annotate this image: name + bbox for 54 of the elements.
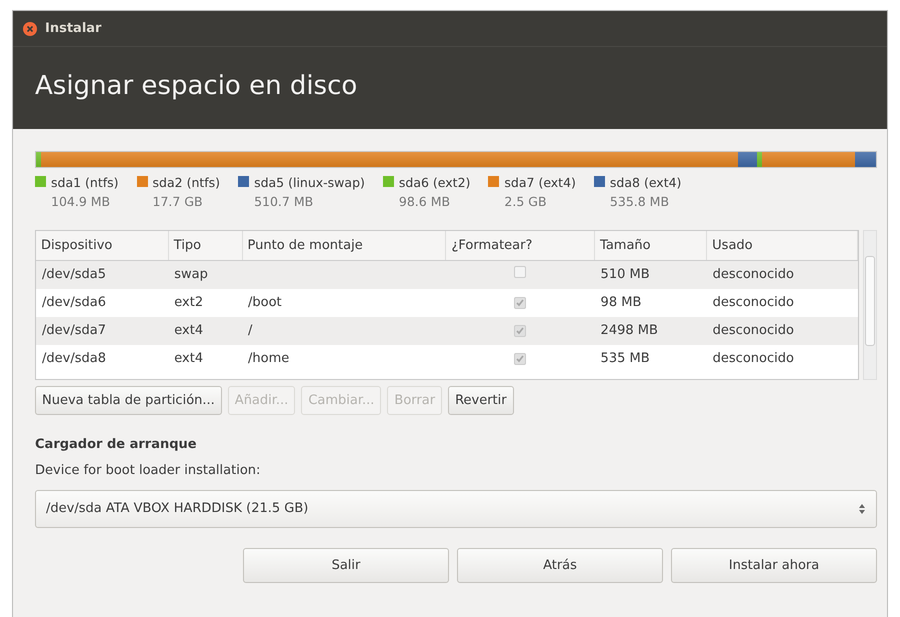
table-cell: /dev/sda8 bbox=[36, 344, 168, 372]
table-cell: desconocido bbox=[706, 288, 858, 316]
window-title: Instalar bbox=[45, 20, 102, 38]
table-cell: /dev/sda7 bbox=[36, 316, 168, 344]
table-cell: /home bbox=[242, 344, 446, 372]
scrollbar[interactable] bbox=[863, 230, 877, 380]
legend-label: sda5 (linux-swap) bbox=[254, 175, 365, 190]
table-cell: 510 MB bbox=[594, 260, 707, 288]
column-header[interactable]: Tipo bbox=[168, 230, 242, 260]
dialog-button[interactable]: Salir bbox=[243, 548, 449, 583]
partition-size: 98.6 MB bbox=[398, 192, 452, 211]
partition-button[interactable]: Revertir bbox=[448, 386, 514, 415]
table-cell: desconocido bbox=[706, 316, 858, 344]
boot-device-dropdown[interactable]: /dev/sda ATA VBOX HARDDISK (21.5 GB) bbox=[35, 490, 877, 528]
table-cell: ext4 bbox=[168, 316, 242, 344]
partition-size: 510.7 MB bbox=[253, 192, 314, 211]
close-icon[interactable] bbox=[23, 22, 37, 36]
column-header[interactable]: ¿Formatear? bbox=[446, 230, 595, 260]
legend-label: sda8 (ext4) bbox=[610, 175, 682, 190]
column-header[interactable]: Tamaño bbox=[594, 230, 707, 260]
partition-size: 2.5 GB bbox=[503, 192, 548, 211]
table-cell: /boot bbox=[242, 288, 446, 316]
table-cell: /dev/sda5 bbox=[36, 260, 168, 288]
table-cell: 535 MB bbox=[594, 344, 707, 372]
field-label: Device for boot loader installation: bbox=[35, 462, 262, 480]
table-cell: swap bbox=[168, 260, 242, 288]
legend-label: sda6 (ext2) bbox=[398, 175, 470, 190]
table-cell: ext4 bbox=[168, 344, 242, 372]
table-cell: /dev/sda6 bbox=[36, 288, 168, 316]
table-cell: 2498 MB bbox=[594, 316, 707, 344]
column-header[interactable]: Punto de montaje bbox=[242, 230, 446, 260]
format-checkbox[interactable] bbox=[514, 325, 526, 338]
partition-size: 104.9 MB bbox=[50, 192, 112, 211]
page-title: Asignar espacio en disco bbox=[35, 71, 358, 101]
column-header[interactable]: Usado bbox=[706, 230, 858, 260]
table-cell: 98 MB bbox=[594, 288, 707, 316]
format-checkbox[interactable] bbox=[514, 266, 526, 278]
table-cell: desconocido bbox=[706, 260, 858, 288]
format-checkbox[interactable] bbox=[514, 297, 526, 310]
partition-button[interactable]: Nueva tabla de partición... bbox=[35, 386, 222, 415]
table-cell: / bbox=[242, 316, 446, 344]
table-cell: ext2 bbox=[168, 288, 242, 316]
dialog-button[interactable]: Atrás bbox=[457, 548, 663, 583]
partition-size: 17.7 GB bbox=[152, 192, 204, 211]
legend-label: sda7 (ext4) bbox=[504, 175, 576, 190]
dialog-button[interactable]: Instalar ahora bbox=[671, 548, 877, 583]
column-header[interactable]: Dispositivo bbox=[36, 230, 168, 260]
table-cell: desconocido bbox=[706, 344, 858, 372]
legend-label: sda2 (ntfs) bbox=[152, 175, 220, 190]
legend-label: sda1 (ntfs) bbox=[51, 175, 119, 190]
partition-size: 535.8 MB bbox=[608, 192, 670, 211]
format-checkbox[interactable] bbox=[514, 353, 526, 366]
section-heading: Cargador de arranque bbox=[35, 436, 198, 454]
spinner-arrows-icon bbox=[858, 502, 866, 515]
